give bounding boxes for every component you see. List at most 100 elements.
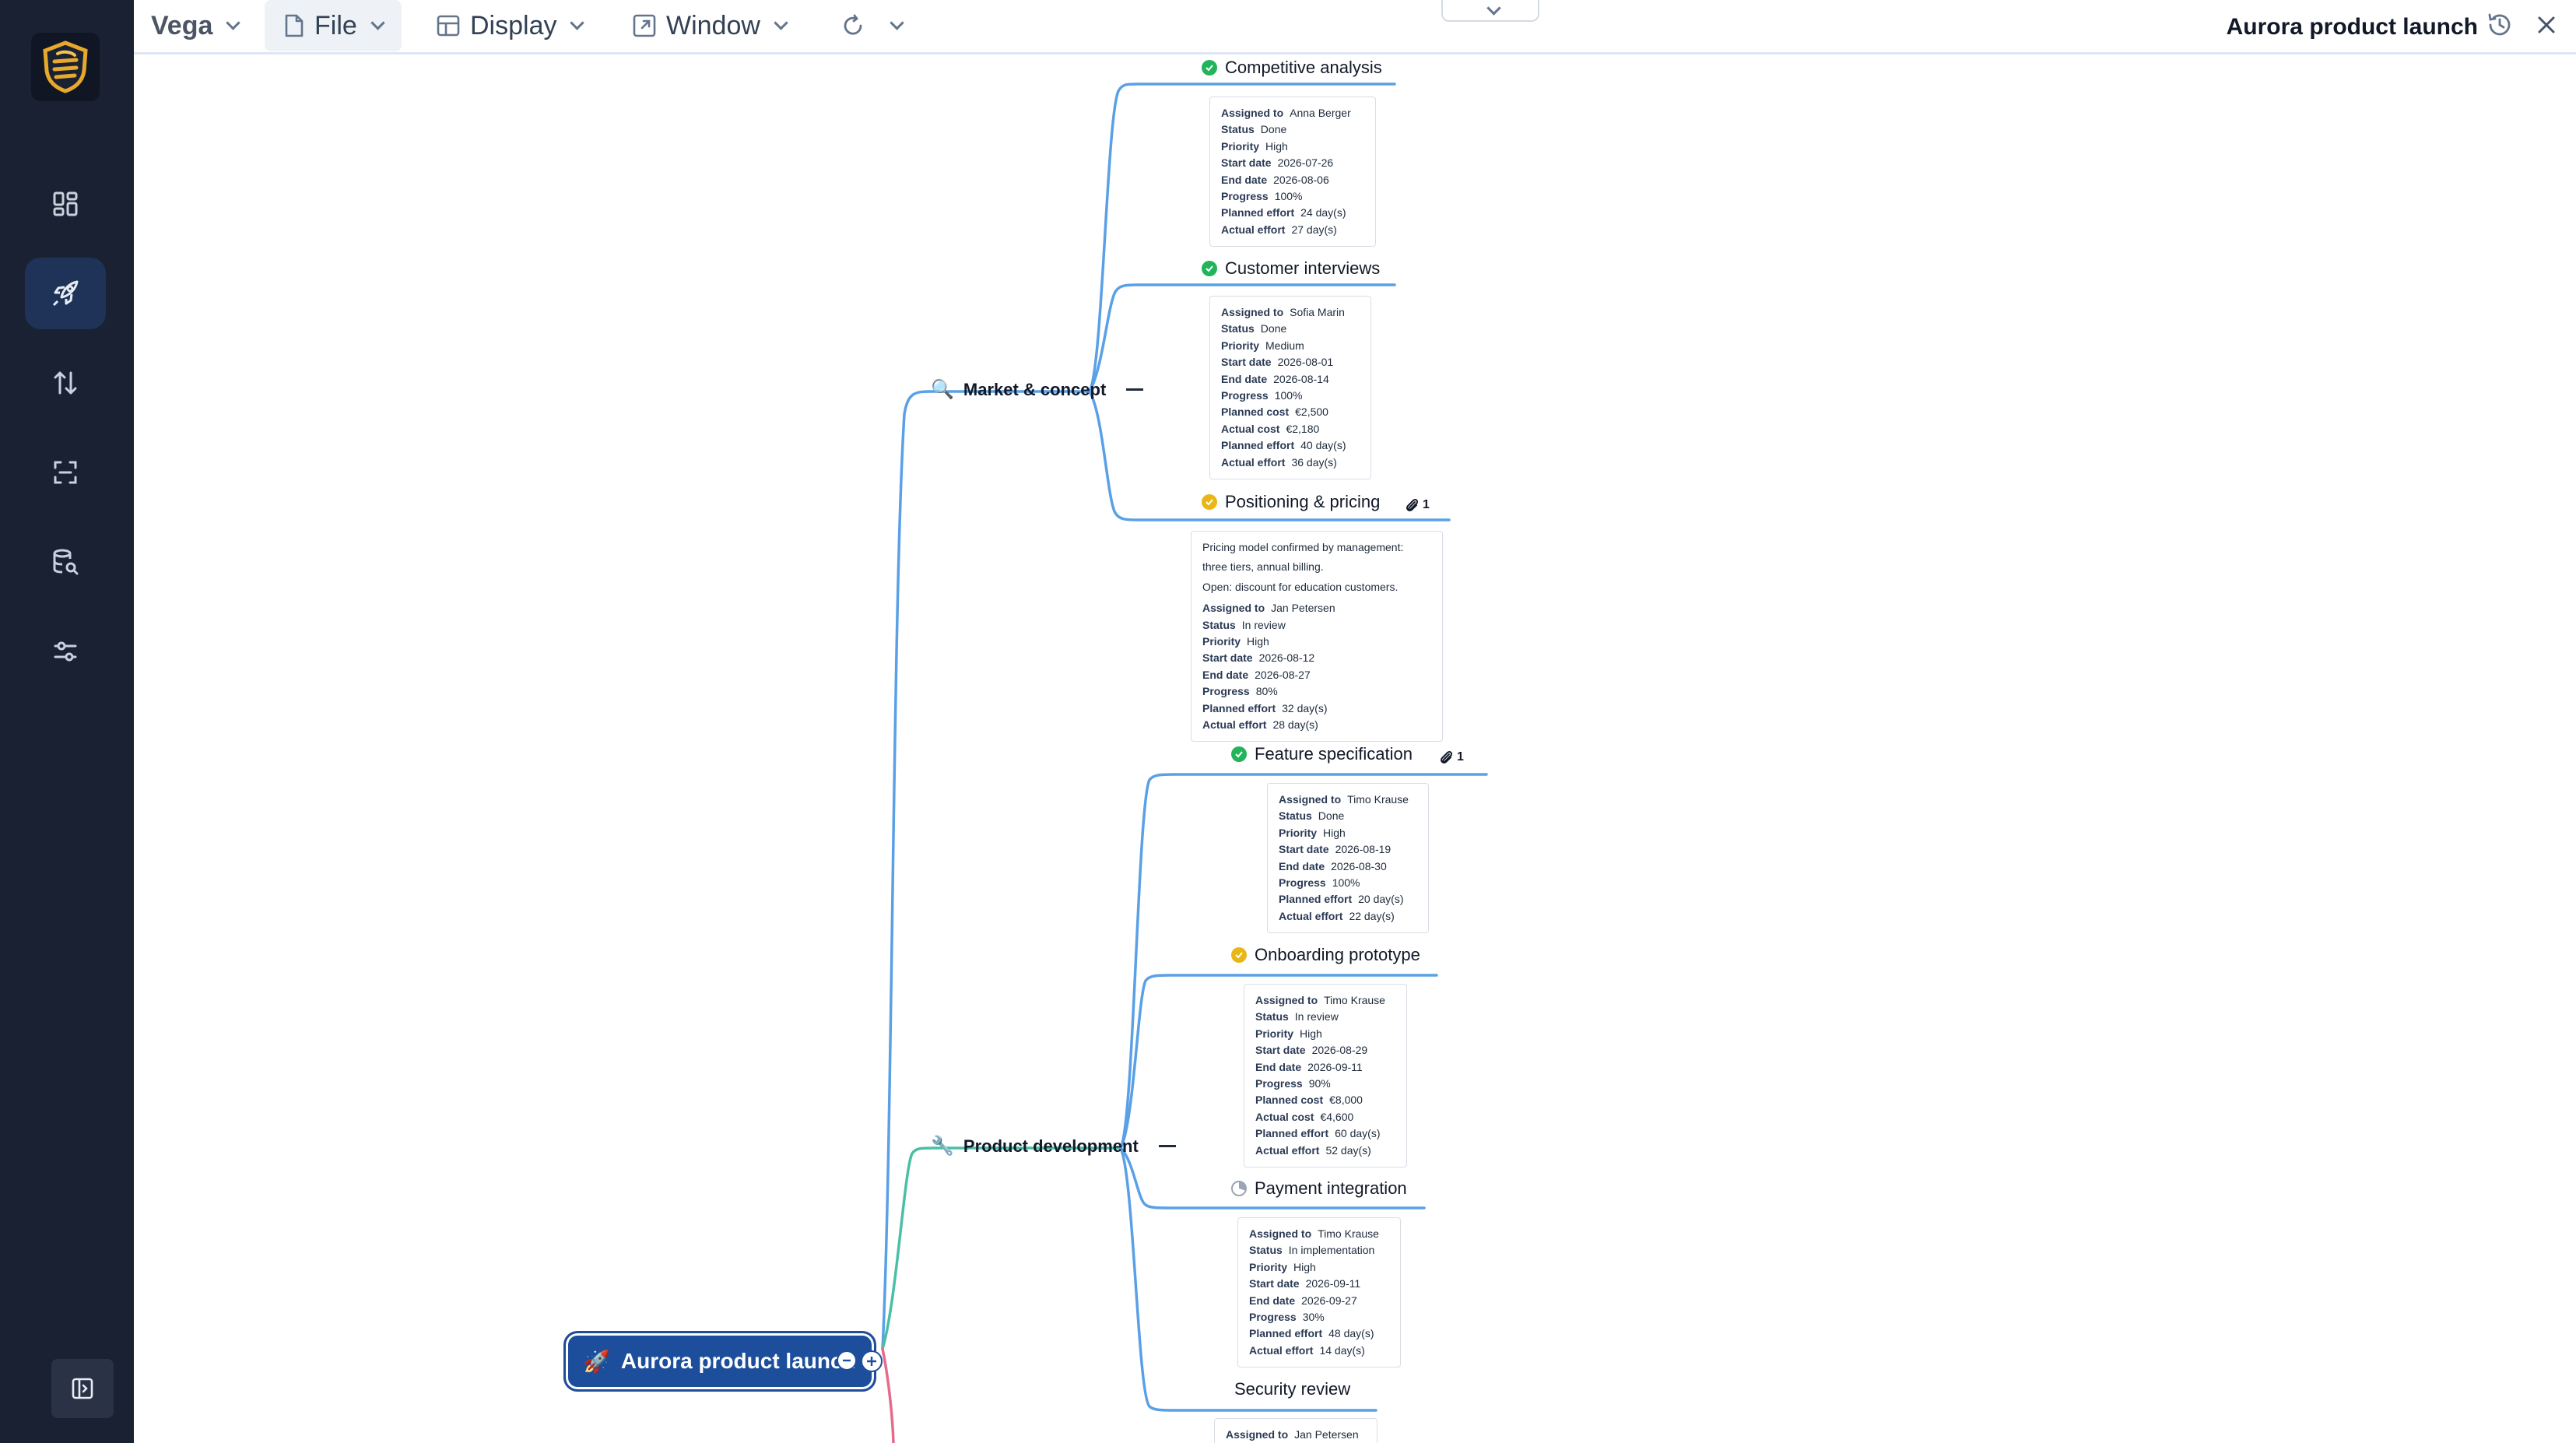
history-button[interactable]: [2486, 11, 2514, 43]
actual-cost-value: €2,180: [1286, 422, 1320, 435]
close-button[interactable]: [2536, 14, 2557, 40]
sync-menu[interactable]: [841, 0, 904, 51]
field-label: Actual effort: [1279, 909, 1343, 922]
field-label: Priority: [1279, 826, 1318, 839]
sidebar-item-projects[interactable]: [25, 258, 106, 329]
field-label: Planned cost: [1255, 1094, 1324, 1107]
app-name: Vega: [151, 10, 213, 40]
field-label: Start date: [1221, 356, 1272, 369]
dashboard-icon: [53, 191, 78, 216]
task-details-card: Assigned to Sofia Marin Status Done Priori…: [1209, 296, 1371, 480]
task-feature-specification[interactable]: Feature specification: [1231, 744, 1413, 764]
priority-value: High: [1300, 1027, 1322, 1040]
task-title: Security review: [1234, 1379, 1351, 1399]
history-icon: [2488, 13, 2511, 36]
arrows-up-down-icon: [54, 371, 77, 395]
planned-cost-value: €2,500: [1295, 406, 1328, 419]
sidebar-item-scan[interactable]: [25, 437, 106, 508]
task-positioning-pricing[interactable]: Positioning & pricing: [1202, 492, 1380, 512]
task-title: Payment integration: [1255, 1178, 1407, 1198]
scan-icon: [54, 461, 77, 484]
field-label: Priority: [1249, 1260, 1288, 1273]
field-label: Progress: [1255, 1077, 1303, 1090]
sidebar-item-settings[interactable]: [25, 616, 106, 687]
sidebar-item-import-export[interactable]: [25, 347, 106, 419]
task-title: Feature specification: [1255, 744, 1413, 764]
window-menu[interactable]: Window: [632, 0, 788, 51]
actual-effort-value: 28 day(s): [1272, 718, 1318, 732]
field-label: Start date: [1255, 1044, 1306, 1057]
task-competitive-analysis[interactable]: Competitive analysis: [1202, 58, 1382, 78]
actual-effort-value: 52 day(s): [1325, 1143, 1371, 1157]
display-menu[interactable]: Display: [436, 0, 585, 51]
start-date-value: 2026-08-29: [1311, 1044, 1368, 1057]
status-done-icon: [1202, 60, 1217, 75]
start-date-value: 2026-08-19: [1335, 843, 1392, 856]
field-label: Planned effort: [1255, 1127, 1329, 1140]
planned-effort-value: 48 day(s): [1328, 1327, 1374, 1340]
task-payment-integration[interactable]: Payment integration: [1231, 1178, 1407, 1199]
task-details-card: Pricing model confirmed by management: t…: [1191, 531, 1443, 743]
field-label: Planned effort: [1279, 893, 1353, 906]
task-title: Customer interviews: [1225, 258, 1381, 278]
app-logo[interactable]: [31, 33, 100, 101]
planned-effort-value: 32 day(s): [1282, 701, 1328, 714]
field-label: Status: [1221, 322, 1255, 335]
field-label: Assigned to: [1226, 1428, 1289, 1441]
assigned-value: Timo Krause: [1324, 994, 1385, 1006]
display-menu-label: Display: [470, 10, 557, 40]
attachment-badge[interactable]: 1: [1438, 749, 1464, 766]
field-label: Actual effort: [1255, 1143, 1320, 1157]
field-label: Progress: [1202, 685, 1250, 698]
task-security-review[interactable]: Security review: [1234, 1379, 1350, 1399]
add-child-button[interactable]: [861, 1350, 883, 1372]
branch-product-development[interactable]: 🔧 Product development: [931, 1135, 1176, 1157]
window-menu-label: Window: [666, 10, 760, 40]
chevron-down-icon: [774, 15, 788, 30]
chevron-down-icon: [570, 15, 585, 30]
table-icon: [437, 15, 460, 37]
collapse-root-button[interactable]: [837, 1350, 857, 1371]
field-label: End date: [1255, 1060, 1302, 1073]
sidebar: [0, 0, 134, 1443]
actual-effort-value: 14 day(s): [1319, 1343, 1365, 1357]
task-details-card: Assigned to Timo Krause Status In implemen…: [1237, 1217, 1401, 1368]
field-label: Status: [1202, 618, 1236, 631]
task-customer-interviews[interactable]: Customer interviews: [1202, 258, 1380, 279]
field-label: Priority: [1221, 139, 1260, 153]
assigned-value: Anna Berger: [1290, 107, 1351, 119]
sidebar-item-database-search[interactable]: [25, 526, 106, 598]
collapse-button[interactable]: [1126, 388, 1144, 391]
field-label: Progress: [1249, 1311, 1297, 1324]
app-menu[interactable]: Vega: [151, 0, 241, 51]
mindmap-canvas[interactable]: 🔍 Market & concept Competitive analysis …: [134, 56, 2576, 1443]
start-date-value: 2026-08-12: [1258, 651, 1315, 665]
field-label: End date: [1249, 1294, 1296, 1307]
sidebar-item-dashboard[interactable]: [25, 168, 106, 240]
collapse-button[interactable]: [1158, 1145, 1176, 1147]
attachment-badge[interactable]: 1: [1404, 497, 1430, 514]
field-label: Start date: [1202, 651, 1253, 665]
toggle-sidebar-button[interactable]: [51, 1359, 114, 1418]
progress-value: 30%: [1302, 1311, 1325, 1324]
branch-market-concept[interactable]: 🔍 Market & concept: [931, 378, 1144, 401]
attachment-count: 1: [1457, 750, 1464, 764]
root-node[interactable]: 🚀 Aurora product launch: [563, 1331, 876, 1392]
task-title: Competitive analysis: [1225, 58, 1382, 77]
minus-icon: [843, 1359, 851, 1362]
expand-toolbar-button[interactable]: [1441, 0, 1539, 22]
chevron-down-icon: [370, 15, 385, 30]
file-menu[interactable]: File: [265, 0, 402, 51]
rocket-icon: 🚀: [583, 1349, 610, 1374]
priority-value: High: [1323, 826, 1346, 839]
task-onboarding-prototype[interactable]: Onboarding prototype: [1231, 945, 1420, 965]
field-label: End date: [1221, 372, 1268, 385]
refresh-icon: [844, 14, 862, 35]
field-label: Planned effort: [1202, 701, 1276, 714]
shield-logo-icon: [43, 40, 88, 93]
task-title: Onboarding prototype: [1255, 945, 1420, 964]
planned-effort-value: 24 day(s): [1300, 206, 1346, 219]
field-label: Assigned to: [1221, 306, 1284, 318]
end-date-value: 2026-09-11: [1307, 1060, 1363, 1073]
progress-value: 80%: [1255, 685, 1278, 698]
